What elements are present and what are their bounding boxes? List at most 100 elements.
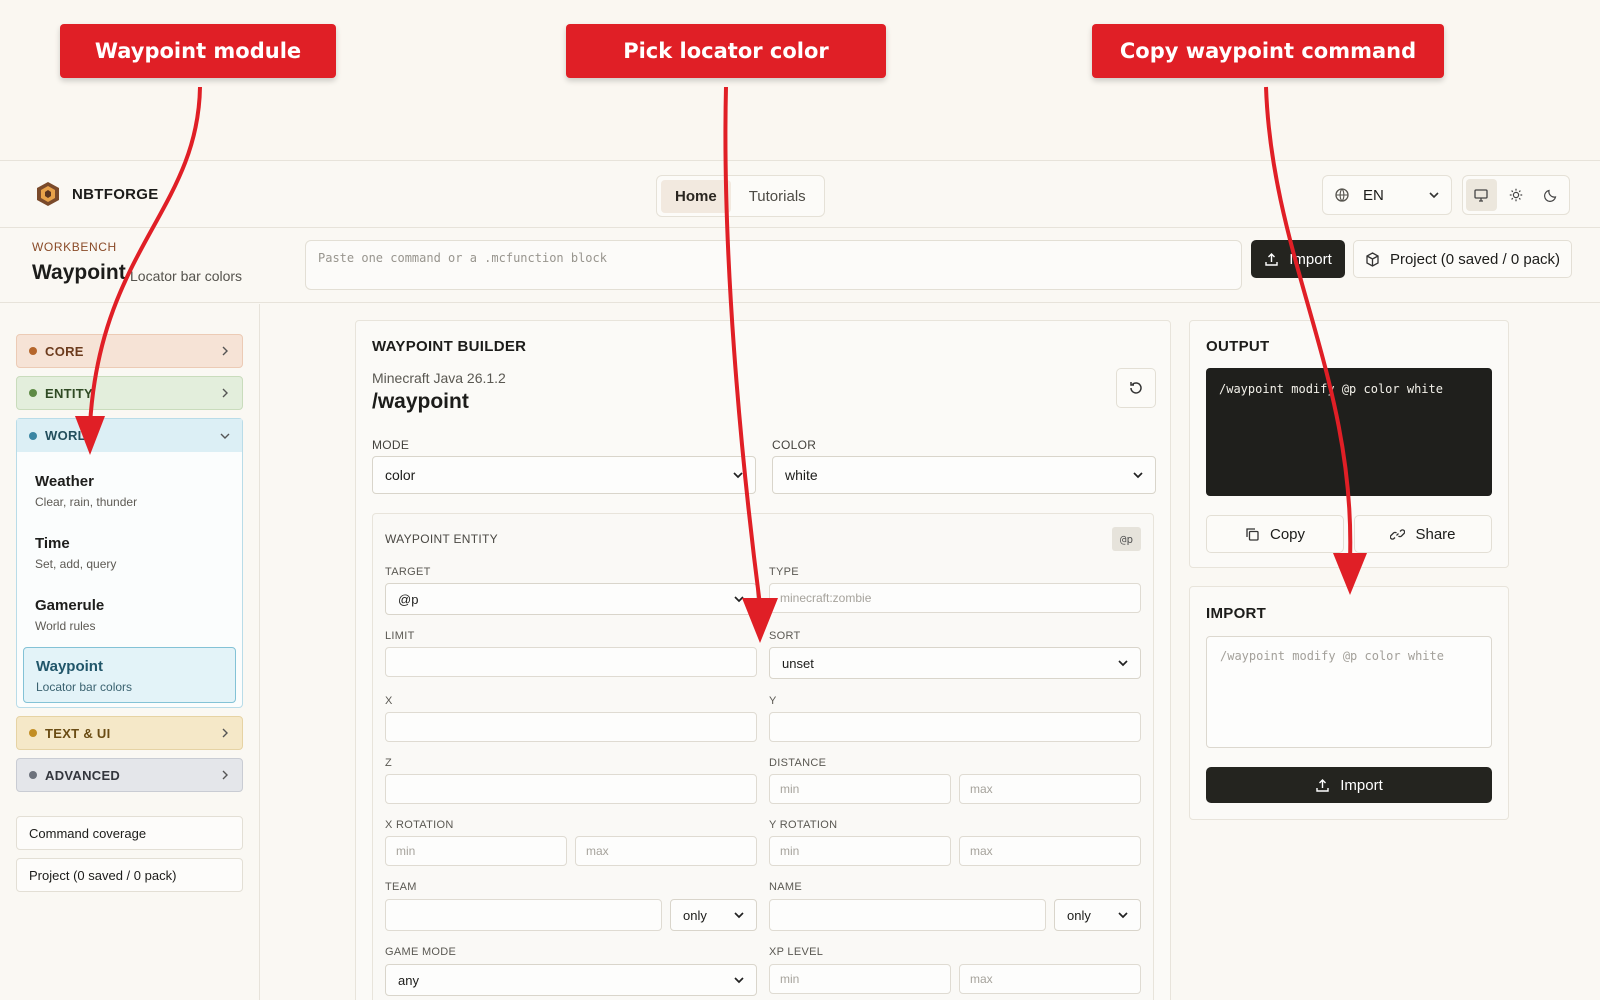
sidebar-category-advanced[interactable]: ADVANCED — [16, 758, 243, 792]
game-mode-select[interactable]: any — [385, 964, 757, 996]
y-rotation-min-input[interactable]: min — [769, 836, 951, 866]
x-input[interactable] — [385, 712, 757, 742]
command-coverage-link[interactable]: Command coverage — [16, 816, 243, 850]
mode-value: color — [385, 467, 416, 483]
time-title: Time — [35, 535, 70, 552]
color-value: white — [785, 467, 818, 483]
builder-version: Minecraft Java 26.1.2 — [372, 370, 506, 386]
project-button[interactable]: Project (0 saved / 0 pack) — [1353, 240, 1572, 278]
mode-select[interactable]: color — [372, 456, 756, 494]
team-mode-select[interactable]: only — [670, 899, 757, 931]
chevron-down-icon — [734, 912, 744, 919]
world-header[interactable]: WORLD — [17, 419, 242, 452]
reset-button[interactable] — [1116, 368, 1156, 408]
game-mode-value: any — [398, 972, 419, 988]
color-select[interactable]: white — [772, 456, 1156, 494]
command-paste-input[interactable]: Paste one command or a .mcfunction block — [305, 240, 1242, 290]
import-title: IMPORT — [1206, 605, 1267, 622]
entity-title: WAYPOINT ENTITY — [385, 532, 498, 546]
import-panel-button[interactable]: Import — [1206, 767, 1492, 803]
sort-select[interactable]: unset — [769, 647, 1141, 679]
copy-button[interactable]: Copy — [1206, 515, 1344, 553]
color-label: COLOR — [772, 438, 817, 452]
sidebar-project-link[interactable]: Project (0 saved / 0 pack) — [16, 858, 243, 892]
workbench-bar: WORKBENCH Waypoint Locator bar colors Pa… — [0, 229, 1600, 303]
logo-text: NBTFORGE — [72, 185, 159, 203]
chevron-down-icon — [1429, 192, 1439, 199]
waypoint-sub: Locator bar colors — [36, 680, 133, 694]
builder-title: WAYPOINT BUILDER — [372, 338, 527, 355]
globe-icon — [1335, 188, 1349, 202]
nav-tab-home[interactable]: Home — [661, 179, 731, 213]
chevron-down-icon — [1118, 660, 1128, 667]
theme-light-button[interactable] — [1501, 179, 1532, 211]
type-input[interactable]: minecraft:zombie — [769, 583, 1141, 613]
xp-level-label: XP LEVEL — [769, 946, 824, 958]
target-select[interactable]: @p — [385, 583, 757, 615]
sidebar-item-waypoint[interactable]: Waypoint Locator bar colors — [23, 647, 236, 703]
name-mode-select[interactable]: only — [1054, 899, 1141, 931]
team-mode-value: only — [683, 907, 707, 923]
logo[interactable]: NBTFORGE — [36, 181, 159, 207]
theme-system-button[interactable] — [1466, 179, 1497, 211]
name-mode-value: only — [1067, 907, 1091, 923]
sidebar: CORE ENTITY WORLD Weather Clear, rain, t… — [0, 304, 260, 1000]
sidebar-category-core[interactable]: CORE — [16, 334, 243, 368]
sidebar-category-entity[interactable]: ENTITY — [16, 376, 243, 410]
limit-label: LIMIT — [385, 630, 415, 642]
target-label: TARGET — [385, 566, 431, 578]
chevron-down-icon — [220, 433, 230, 439]
sidebar-item-time[interactable]: Time Set, add, query — [23, 525, 236, 581]
callout-pick-color: Pick locator color — [566, 24, 886, 78]
advanced-label: ADVANCED — [45, 767, 121, 783]
xp-level-min-input[interactable]: min — [769, 964, 951, 994]
weather-sub: Clear, rain, thunder — [35, 495, 138, 509]
link-icon — [1390, 528, 1406, 540]
x-label: X — [385, 695, 393, 707]
y-input[interactable] — [769, 712, 1141, 742]
sidebar-category-text-ui[interactable]: TEXT & UI — [16, 716, 243, 750]
name-input[interactable] — [769, 899, 1046, 931]
language-select[interactable]: EN — [1322, 175, 1452, 215]
import-panel-button-label: Import — [1340, 776, 1383, 794]
import-button[interactable]: Import — [1251, 240, 1345, 278]
nav-tab-tutorials[interactable]: Tutorials — [735, 180, 820, 213]
waypoint-title: Waypoint — [36, 658, 103, 675]
entity-dot — [29, 389, 37, 397]
package-icon — [1366, 251, 1379, 267]
team-input[interactable] — [385, 899, 662, 931]
y-rotation-max-input[interactable]: max — [959, 836, 1141, 866]
upload-icon — [1316, 778, 1329, 792]
x-rotation-max-input[interactable]: max — [575, 836, 757, 866]
limit-input[interactable] — [385, 647, 757, 677]
import-textarea[interactable]: /waypoint modify @p color white — [1206, 636, 1492, 748]
workbench-kicker: WORKBENCH — [32, 240, 117, 254]
moon-icon — [1543, 189, 1556, 202]
x-rotation-label: X ROTATION — [385, 819, 454, 831]
logo-icon — [37, 182, 59, 206]
share-button[interactable]: Share — [1354, 515, 1492, 553]
xp-level-max-input[interactable]: max — [959, 964, 1141, 994]
y-rotation-label: Y ROTATION — [769, 819, 838, 831]
distance-max-input[interactable]: max — [959, 774, 1141, 804]
mode-label: MODE — [372, 438, 410, 452]
language-value: EN — [1363, 186, 1384, 204]
gamerule-sub: World rules — [35, 619, 96, 633]
world-label: WORLD — [45, 428, 96, 443]
sidebar-item-weather[interactable]: Weather Clear, rain, thunder — [23, 463, 236, 519]
x-rotation-min-input[interactable]: min — [385, 836, 567, 866]
app-header: NBTFORGE Home Tutorials EN — [0, 160, 1600, 228]
theme-dark-button[interactable] — [1535, 179, 1566, 211]
sun-icon — [1509, 188, 1523, 202]
sidebar-item-gamerule[interactable]: Gamerule World rules — [23, 587, 236, 643]
text-ui-label: TEXT & UI — [45, 725, 111, 741]
monitor-icon — [1474, 188, 1488, 202]
callout-copy-command: Copy waypoint command — [1092, 24, 1444, 78]
output-command[interactable]: /waypoint modify @p color white — [1206, 368, 1492, 496]
core-label: CORE — [45, 343, 84, 359]
sort-value: unset — [782, 655, 814, 671]
distance-min-input[interactable]: min — [769, 774, 951, 804]
target-value: @p — [398, 591, 419, 607]
chevron-right-icon — [222, 346, 228, 356]
z-input[interactable] — [385, 774, 757, 804]
